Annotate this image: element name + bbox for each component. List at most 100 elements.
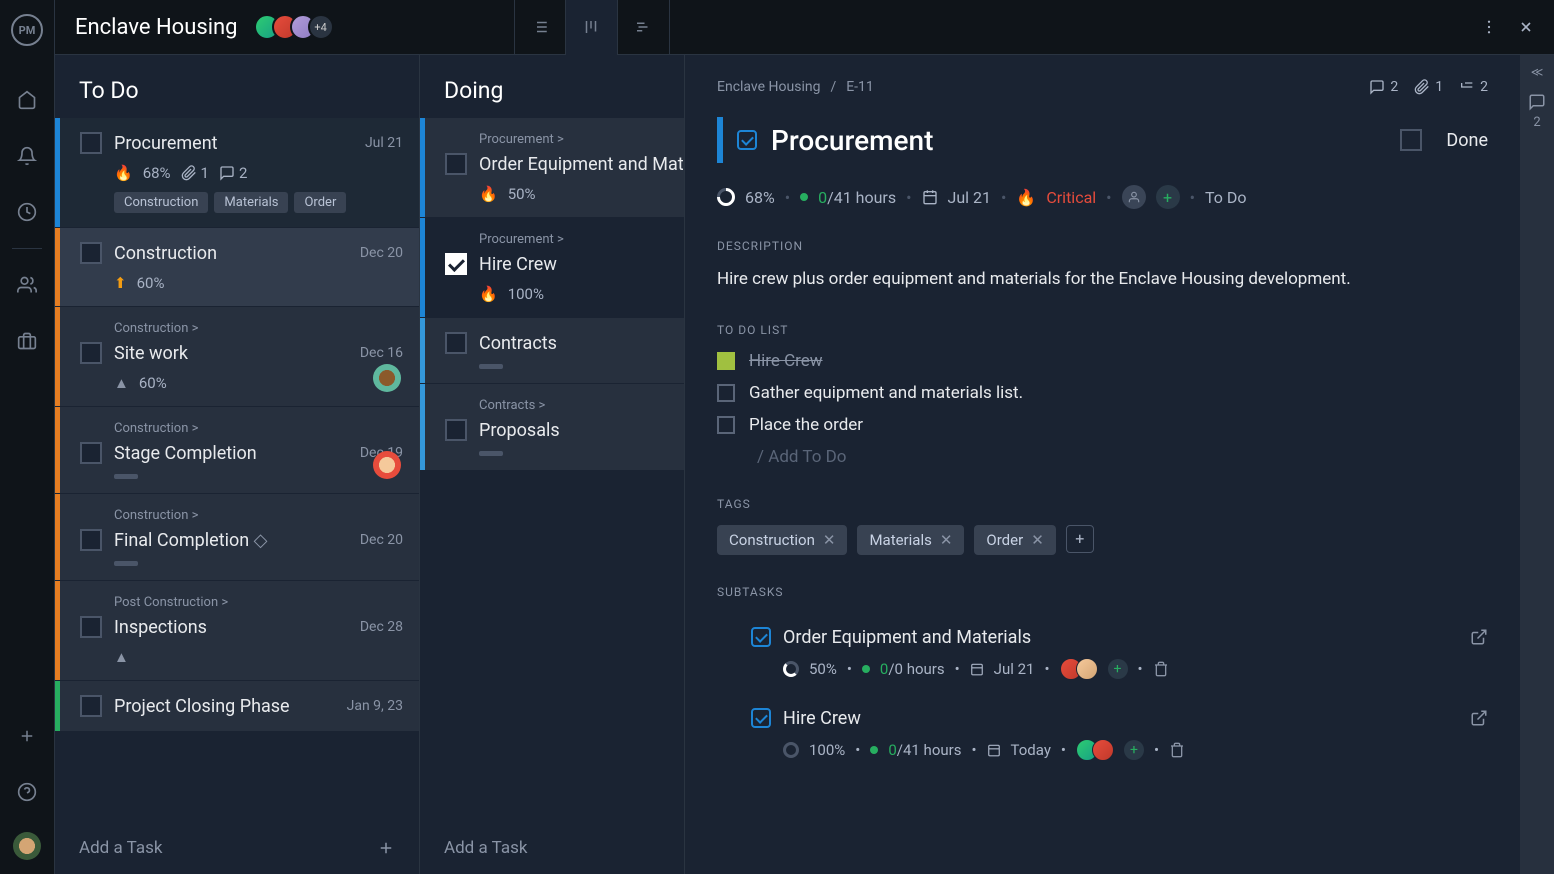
- todo-item[interactable]: Gather equipment and materials list.: [717, 383, 1488, 403]
- remove-tag-icon[interactable]: ✕: [940, 531, 953, 549]
- subtasks-stat[interactable]: 2: [1459, 79, 1488, 95]
- task-parent: Procurement >: [479, 132, 668, 147]
- collapse-icon[interactable]: ≪: [1531, 65, 1544, 79]
- task-card[interactable]: Contracts: [420, 318, 684, 383]
- more-icon[interactable]: [1480, 18, 1498, 36]
- date-value[interactable]: Jul 21: [948, 188, 992, 207]
- task-checkbox[interactable]: [80, 695, 102, 717]
- task-card[interactable]: Procurement > Order Equipment and Materi…: [420, 118, 684, 217]
- add-task-button[interactable]: Add a Task: [420, 822, 684, 874]
- task-title: Inspections: [114, 617, 348, 638]
- add-tag-button[interactable]: +: [1066, 525, 1094, 553]
- triangle-up-icon: ▲: [114, 648, 129, 666]
- todo-item[interactable]: Hire Crew: [717, 351, 1488, 371]
- subtask-item[interactable]: Order Equipment and Materials 50% • 0/0 …: [717, 613, 1488, 694]
- task-parent: Construction >: [114, 421, 403, 436]
- task-card[interactable]: Construction > Site work Dec 16 ▲ 60%: [55, 307, 419, 406]
- task-title: Contracts: [479, 333, 668, 354]
- user-avatar[interactable]: [13, 832, 41, 860]
- attachments-stat[interactable]: 1: [1414, 79, 1443, 95]
- task-card[interactable]: Construction Dec 20 ⬆ 60%: [55, 228, 419, 306]
- assignee-avatar[interactable]: [373, 451, 401, 479]
- task-tag: Materials: [214, 192, 288, 213]
- member-avatars[interactable]: +4: [254, 14, 334, 40]
- task-date: Jul 21: [365, 135, 403, 151]
- close-icon[interactable]: [1518, 19, 1534, 35]
- task-card[interactable]: Construction > Final Completion ◇ Dec 20: [55, 494, 419, 580]
- task-checkbox[interactable]: [80, 616, 102, 638]
- gantt-view-icon[interactable]: [618, 0, 670, 55]
- task-checkbox[interactable]: [80, 132, 102, 154]
- todo-checkbox[interactable]: [717, 352, 735, 370]
- add-assignee-button[interactable]: +: [1124, 740, 1144, 760]
- task-card[interactable]: Construction > Stage Completion Dec 19: [55, 407, 419, 493]
- tag-chip[interactable]: Materials✕: [857, 525, 964, 555]
- todo-checkbox[interactable]: [717, 384, 735, 402]
- task-checkbox[interactable]: [445, 153, 467, 175]
- delete-icon[interactable]: [1153, 661, 1169, 677]
- task-checkbox[interactable]: [445, 419, 467, 441]
- fire-icon: 🔥: [1016, 188, 1036, 207]
- comments-stat[interactable]: 2: [1369, 79, 1398, 95]
- tag-chip[interactable]: Order✕: [974, 525, 1055, 555]
- subtask-item[interactable]: Hire Crew 100% • 0/41 hours • Today •: [717, 694, 1488, 775]
- progress-value: 68%: [745, 188, 775, 207]
- comments-panel-icon[interactable]: [1528, 93, 1546, 111]
- plus-icon[interactable]: [16, 725, 38, 747]
- task-card[interactable]: Contracts > Proposals: [420, 384, 684, 470]
- add-task-button[interactable]: Add a Task: [55, 822, 419, 874]
- remove-tag-icon[interactable]: ✕: [1031, 531, 1044, 549]
- todo-list-label: TO DO LIST: [717, 323, 1488, 337]
- todo-item[interactable]: Place the order: [717, 415, 1488, 435]
- add-assignee-button[interactable]: +: [1108, 659, 1128, 679]
- bell-icon[interactable]: [16, 145, 38, 167]
- task-title: Project Closing Phase: [114, 696, 335, 717]
- task-date: Dec 20: [360, 245, 403, 261]
- task-detail-panel: Enclave Housing/E-11 2 1 2 Procurement D…: [685, 55, 1520, 874]
- progress-indicator: [479, 364, 503, 369]
- task-checkbox[interactable]: [80, 529, 102, 551]
- assignee-avatar[interactable]: [373, 364, 401, 392]
- remove-tag-icon[interactable]: ✕: [823, 531, 836, 549]
- add-todo-button[interactable]: / Add To Do: [757, 447, 1488, 467]
- board-view-icon[interactable]: [566, 0, 618, 55]
- description-text[interactable]: Hire crew plus order equipment and mater…: [717, 267, 1488, 293]
- priority-value[interactable]: Critical: [1046, 188, 1096, 207]
- list-view-icon[interactable]: [514, 0, 566, 55]
- attachment-count: 1: [181, 164, 209, 182]
- add-assignee-button[interactable]: +: [1156, 185, 1180, 209]
- tag-chip[interactable]: Construction✕: [717, 525, 847, 555]
- delete-icon[interactable]: [1169, 742, 1185, 758]
- done-checkbox[interactable]: [1400, 129, 1422, 151]
- detail-title[interactable]: Procurement: [771, 124, 1386, 157]
- task-checkbox[interactable]: [80, 342, 102, 364]
- status-value[interactable]: To Do: [1205, 188, 1247, 207]
- left-navigation-rail: PM: [0, 0, 55, 874]
- app-logo[interactable]: PM: [11, 14, 43, 46]
- briefcase-icon[interactable]: [16, 330, 38, 352]
- task-card[interactable]: Procurement > Hire Crew 🔥 100%: [420, 218, 684, 317]
- task-title: Construction: [114, 243, 348, 264]
- breadcrumb[interactable]: Enclave Housing/E-11: [717, 79, 874, 95]
- task-checkbox[interactable]: [80, 442, 102, 464]
- assignee-placeholder[interactable]: [1122, 185, 1146, 209]
- project-title[interactable]: Enclave Housing: [75, 15, 238, 40]
- task-checkbox[interactable]: [445, 332, 467, 354]
- open-external-icon[interactable]: [1470, 628, 1488, 646]
- task-card[interactable]: Project Closing Phase Jan 9, 23: [55, 681, 419, 731]
- open-external-icon[interactable]: [1470, 709, 1488, 727]
- home-icon[interactable]: [16, 89, 38, 111]
- todo-checkbox[interactable]: [717, 416, 735, 434]
- task-card[interactable]: Post Construction > Inspections Dec 28 ▲: [55, 581, 419, 680]
- task-title: Stage Completion: [114, 443, 348, 464]
- task-checkbox[interactable]: [445, 253, 467, 275]
- task-checkbox[interactable]: [80, 242, 102, 264]
- avatar-more[interactable]: +4: [308, 14, 334, 40]
- clock-icon[interactable]: [16, 201, 38, 223]
- fire-icon: 🔥: [114, 164, 133, 182]
- top-bar: Enclave Housing +4: [55, 0, 1554, 55]
- help-icon[interactable]: [16, 781, 38, 803]
- people-icon[interactable]: [16, 274, 38, 296]
- task-card[interactable]: Procurement Jul 21 🔥 68% 1 2: [55, 118, 419, 227]
- view-switcher: [514, 0, 670, 55]
